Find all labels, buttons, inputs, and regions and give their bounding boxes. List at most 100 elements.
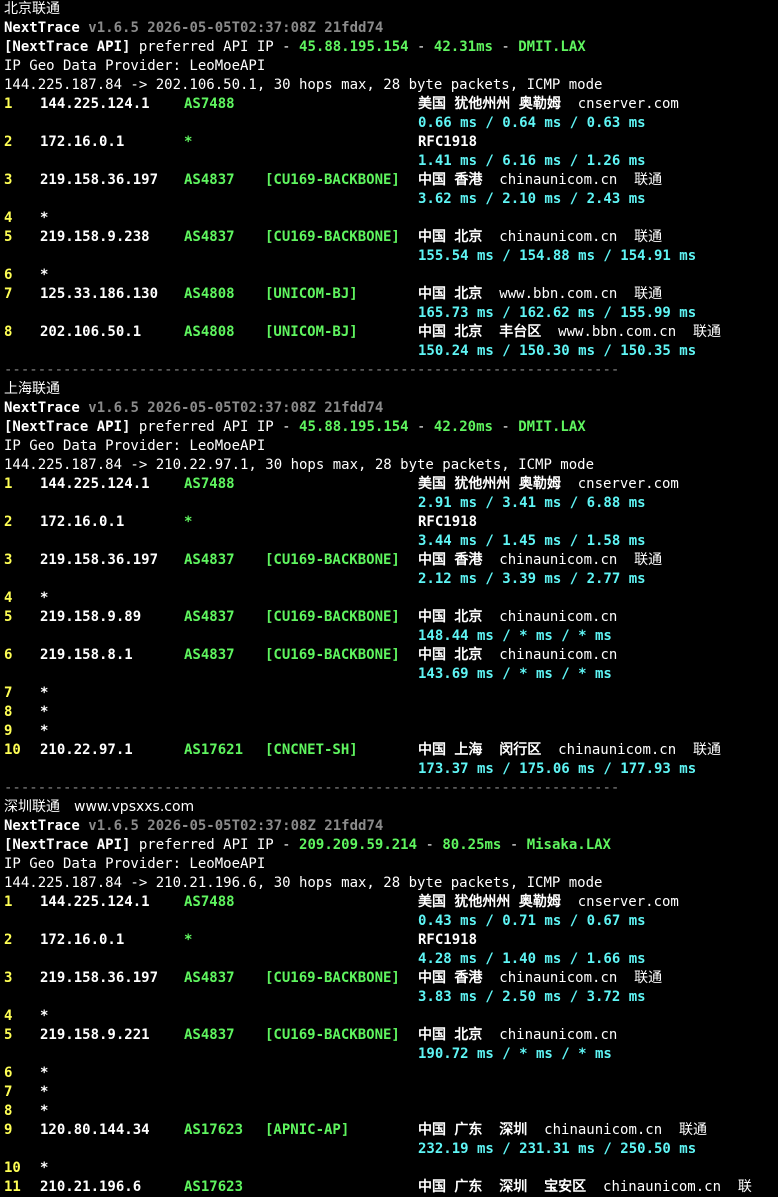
hop-number: 8 (4, 1103, 13, 1119)
hop-asn: AS4837 (184, 552, 235, 568)
hop-backbone-tag: [CU169-BACKBONE] (265, 609, 400, 625)
hop-number: 4 (4, 1008, 13, 1024)
hop-ip: 219.158.36.197 (40, 172, 159, 188)
hop-backbone-tag: [APNIC-AP] (265, 1122, 350, 1138)
version-line: NextTrace v1.6.5 2026-05-05T02:37:08Z 21… (4, 399, 383, 418)
api-latency: 42.31ms (433, 39, 493, 55)
hop-domain: chinaunicom.cn (499, 970, 618, 986)
hop-rtt: 0.43 ms / 0.71 ms / 0.67 ms (418, 913, 646, 929)
geo-provider-text: IP Geo Data Provider: LeoMoeAPI (4, 58, 266, 74)
geo-provider-text: IP Geo Data Provider: LeoMoeAPI (4, 438, 266, 454)
geo-provider-line: IP Geo Data Provider: LeoMoeAPI (4, 437, 265, 456)
hop-ip: 219.158.9.221 (40, 1027, 150, 1043)
hop-rtt: 3.44 ms / 1.45 ms / 1.58 ms (418, 533, 646, 549)
hop-backbone-tag: [UNICOM-BJ] (265, 286, 358, 302)
hop-ip: * (40, 1008, 49, 1024)
route-line: 144.225.187.84 -> 202.106.50.1, 30 hops … (4, 76, 602, 95)
api-dash: - (417, 419, 426, 435)
hop-domain: cnserver.com (577, 894, 679, 910)
version-line: NextTrace v1.6.5 2026-05-05T02:37:08Z 21… (4, 19, 383, 38)
hop-isp: 联通 (693, 324, 722, 340)
hop-rtt: 232.19 ms / 231.31 ms / 250.50 ms (418, 1141, 697, 1157)
hop-backbone-tag: [CU169-BACKBONE] (265, 970, 400, 986)
route-line: 144.225.187.84 -> 210.22.97.1, 30 hops m… (4, 456, 594, 475)
hop-ip: * (40, 1084, 49, 1100)
app-name: NextTrace (4, 20, 80, 36)
hop-domain: chinaunicom.cn (499, 609, 618, 625)
hop-backbone-tag: [CU169-BACKBONE] (265, 647, 400, 663)
hop-asn: AS4808 (184, 324, 235, 340)
hop-number: 2 (4, 932, 13, 948)
hop-domain: www.bbn.com.cn (499, 286, 618, 302)
hop-ip: * (40, 685, 49, 701)
api-label: [NextTrace API] (4, 39, 131, 55)
hop-geo: 中国 广东 深圳 (418, 1122, 528, 1138)
hop-geo-group: 中国 北京 www.bbn.com.cn 联通 (418, 285, 662, 304)
hop-number: 1 (4, 96, 13, 112)
api-node: Misaka.LAX (526, 837, 611, 853)
hop-asn: AS4837 (184, 609, 235, 625)
hop-rtt: 148.44 ms / * ms / * ms (418, 628, 612, 644)
hop-ip: 144.225.124.1 (40, 96, 150, 112)
hop-geo: RFC1918 (418, 514, 478, 530)
hop-ip: * (40, 1160, 49, 1176)
hop-geo: RFC1918 (418, 134, 478, 150)
app-version: v1.6.5 2026-05-05T02:37:08Z 21fdd74 (88, 818, 384, 834)
hop-asn: AS4808 (184, 286, 235, 302)
hop-asn: * (184, 932, 193, 948)
api-text: preferred API IP - (138, 419, 291, 435)
hop-asn: AS4837 (184, 647, 235, 663)
hop-geo-group: 中国 北京 丰台区 www.bbn.com.cn 联通 (418, 323, 721, 342)
hop-ip: 219.158.36.197 (40, 552, 159, 568)
hop-asn: AS4837 (184, 172, 235, 188)
hop-geo: 中国 香港 (418, 172, 483, 188)
hop-ip: 144.225.124.1 (40, 894, 150, 910)
hop-ip: 210.22.97.1 (40, 742, 133, 758)
trace-title-text: 深圳联通 (4, 799, 60, 815)
api-line: [NextTrace API] preferred API IP - 209.2… (4, 836, 611, 855)
hop-geo: 美国 犹他州州 奥勒姆 (418, 96, 561, 112)
hop-asn: AS4837 (184, 229, 235, 245)
hop-asn: * (184, 514, 193, 530)
hop-isp: 联通 (679, 1122, 708, 1138)
hop-asn: AS17623 (184, 1179, 244, 1195)
geo-provider-text: IP Geo Data Provider: LeoMoeAPI (4, 856, 266, 872)
hop-rtt: 155.54 ms / 154.88 ms / 154.91 ms (418, 248, 697, 264)
hop-domain: chinaunicom.cn (544, 1122, 663, 1138)
version-line: NextTrace v1.6.5 2026-05-05T02:37:08Z 21… (4, 817, 383, 836)
trace-title: 北京联通 (4, 0, 60, 19)
watermark-text: www.vpsxxs.com (74, 799, 195, 815)
hop-geo: 中国 北京 (418, 647, 483, 663)
hop-ip: 172.16.0.1 (40, 932, 125, 948)
hop-number: 8 (4, 324, 13, 340)
hop-asn: AS7488 (184, 96, 235, 112)
app-name: NextTrace (4, 818, 80, 834)
api-node: DMIT.LAX (518, 39, 586, 55)
hop-domain: cnserver.com (577, 96, 679, 112)
api-ip: 209.209.59.214 (299, 837, 418, 853)
hop-ip: 219.158.36.197 (40, 970, 159, 986)
hop-backbone-tag: [CU169-BACKBONE] (265, 172, 400, 188)
hop-geo-group: RFC1918 (418, 133, 477, 152)
hop-geo: RFC1918 (418, 932, 478, 948)
hop-domain: chinaunicom.cn (603, 1179, 722, 1195)
route-text: 144.225.187.84 -> 202.106.50.1, 30 hops … (4, 77, 603, 93)
hop-number: 4 (4, 210, 13, 226)
hop-ip: 202.106.50.1 (40, 324, 142, 340)
hop-geo-group: 中国 北京 chinaunicom.cn (418, 646, 617, 665)
hop-rtt: 0.66 ms / 0.64 ms / 0.63 ms (418, 115, 646, 131)
hop-domain: cnserver.com (577, 476, 679, 492)
hop-geo: 中国 北京 丰台区 (418, 324, 542, 340)
separator: ----------------------------------------… (4, 362, 620, 378)
api-dash: - (501, 419, 510, 435)
hop-number: 5 (4, 609, 13, 625)
hop-backbone-tag: [CNCNET-SH] (265, 742, 358, 758)
hop-geo: 中国 北京 (418, 609, 483, 625)
hop-ip: 172.16.0.1 (40, 514, 125, 530)
hop-ip: 120.80.144.34 (40, 1122, 150, 1138)
hop-number: 11 (4, 1179, 21, 1195)
hop-number: 7 (4, 685, 13, 701)
hop-isp: 联 (737, 1179, 752, 1195)
hop-rtt: 173.37 ms / 175.06 ms / 177.93 ms (418, 761, 697, 777)
hop-rtt: 4.28 ms / 1.40 ms / 1.66 ms (418, 951, 646, 967)
